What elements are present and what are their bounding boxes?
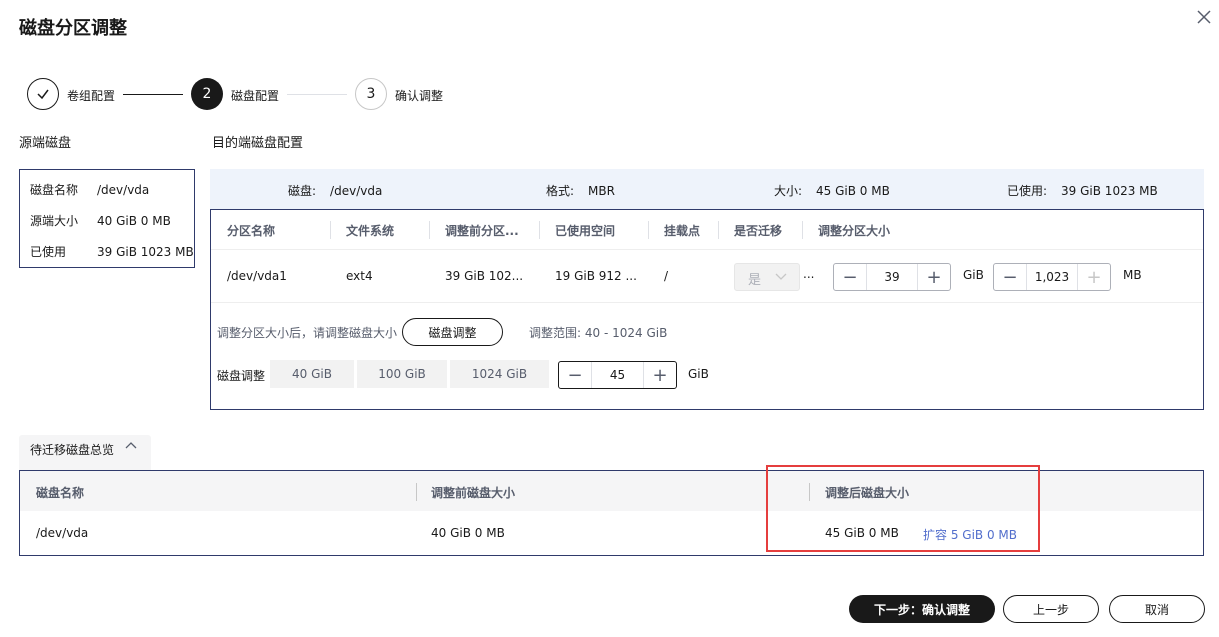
chevron-down-icon (775, 273, 787, 280)
disk-size-value[interactable]: 45 (591, 362, 644, 388)
step-connector (287, 94, 347, 95)
mb-unit: MB (1123, 268, 1142, 282)
gib-unit: GiB (963, 268, 984, 282)
plus-icon[interactable]: + (918, 264, 950, 290)
minus-icon[interactable]: − (834, 264, 866, 290)
prev-button[interactable]: 上一步 (1003, 595, 1099, 623)
adjust-range: 调整范围: 40 - 1024 GiB (529, 326, 668, 340)
disk-adjust-label: 磁盘调整 (217, 369, 266, 383)
cancel-button[interactable]: 取消 (1109, 595, 1205, 623)
col-mount-point: 挂载点 (664, 224, 701, 238)
partition-mount: / (664, 269, 669, 283)
step-2-number: 2 (191, 78, 223, 110)
disk-size-stepper[interactable]: − 45 + (558, 361, 677, 389)
partition-gib-stepper[interactable]: − 39 + (833, 263, 951, 291)
ov-col-disk-name: 磁盘名称 (36, 486, 85, 500)
disk-adjust-button[interactable]: 磁盘调整 (402, 318, 503, 346)
source-row-size: 源端大小 40 GiB 0 MB (30, 214, 171, 228)
col-before-size: 调整前分区... (445, 224, 519, 238)
target-partition-panel: 分区名称 文件系统 调整前分区... 已使用空间 挂载点 是否迁移 调整分区大小… (210, 209, 1204, 410)
partition-mb-value[interactable]: 1,023 (1026, 264, 1078, 290)
col-resize: 调整分区大小 (818, 224, 891, 238)
col-migrate: 是否迁移 (734, 224, 783, 238)
partition-name: /dev/vda1 (227, 269, 287, 283)
migrate-select-value: 是 (748, 273, 762, 288)
source-heading: 源端磁盘 (19, 136, 72, 151)
resize-hint: 调整分区大小后，请调整磁盘大小 (217, 326, 398, 340)
partition-mb-stepper[interactable]: − 1,023 + (993, 263, 1111, 291)
source-row-name: 磁盘名称/dev/vda (30, 183, 150, 197)
partition-before-size: 39 GiB 102... (445, 269, 524, 283)
dialog-title: 磁盘分区调整 (19, 18, 127, 39)
partition-gib-value[interactable]: 39 (866, 264, 918, 290)
step-1-label: 卷组配置 (67, 89, 116, 103)
partition-used: 19 GiB 912 ... (555, 269, 637, 283)
highlight-box (766, 465, 1040, 552)
overview-tab[interactable]: 待迁移磁盘总览 (19, 435, 151, 470)
col-partition-name: 分区名称 (227, 224, 276, 238)
target-info-bar: 磁盘:/dev/vda 格式: MBR 大小: 45 GiB 0 MB 已使用: 39… (210, 169, 1204, 209)
partition-table-header: 分区名称 文件系统 调整前分区... 已使用空间 挂载点 是否迁移 调整分区大小 (211, 210, 1203, 250)
disk-size-unit: GiB (688, 367, 709, 381)
info-used: 已使用: 39 GiB 1023 MB (1007, 184, 1158, 198)
partition-fs: ext4 (346, 269, 373, 283)
migrate-select[interactable]: 是 (734, 263, 800, 291)
col-filesystem: 文件系统 (346, 224, 395, 238)
col-used-space: 已使用空间 (555, 224, 616, 238)
step-3-number: 3 (355, 78, 387, 110)
ov-disk-name: /dev/vda (36, 526, 89, 540)
preset-1024-gib[interactable]: 1024 GiB (450, 360, 549, 388)
step-connector (123, 94, 183, 95)
plus-icon[interactable]: + (1078, 264, 1110, 290)
chevron-up-icon[interactable] (125, 441, 137, 449)
minus-icon[interactable]: − (559, 362, 591, 388)
step-2-label: 磁盘配置 (231, 89, 280, 103)
migrate-more: ... (803, 267, 815, 281)
target-heading: 目的端磁盘配置 (212, 136, 304, 151)
info-size: 大小: 45 GiB 0 MB (774, 184, 890, 198)
source-disk-panel: 磁盘名称/dev/vda 源端大小 40 GiB 0 MB 已使用 39 GiB 1… (19, 169, 195, 268)
overview-tab-label: 待迁移磁盘总览 (30, 443, 115, 457)
plus-icon[interactable]: + (644, 362, 676, 388)
ov-col-before-size: 调整前磁盘大小 (431, 486, 516, 500)
ov-before-size: 40 GiB 0 MB (431, 526, 505, 540)
preset-40-gib[interactable]: 40 GiB (270, 360, 354, 388)
minus-icon[interactable]: − (994, 264, 1026, 290)
step-3-label: 确认调整 (395, 89, 444, 103)
info-format: 格式: MBR (546, 184, 615, 198)
source-row-used: 已使用 39 GiB 1023 MB (30, 245, 194, 259)
info-disk: 磁盘:/dev/vda (288, 184, 383, 198)
close-icon[interactable] (1193, 6, 1215, 28)
step-1-check-icon (27, 78, 59, 110)
preset-100-gib[interactable]: 100 GiB (357, 360, 447, 388)
next-button[interactable]: 下一步：确认调整 (849, 595, 995, 623)
